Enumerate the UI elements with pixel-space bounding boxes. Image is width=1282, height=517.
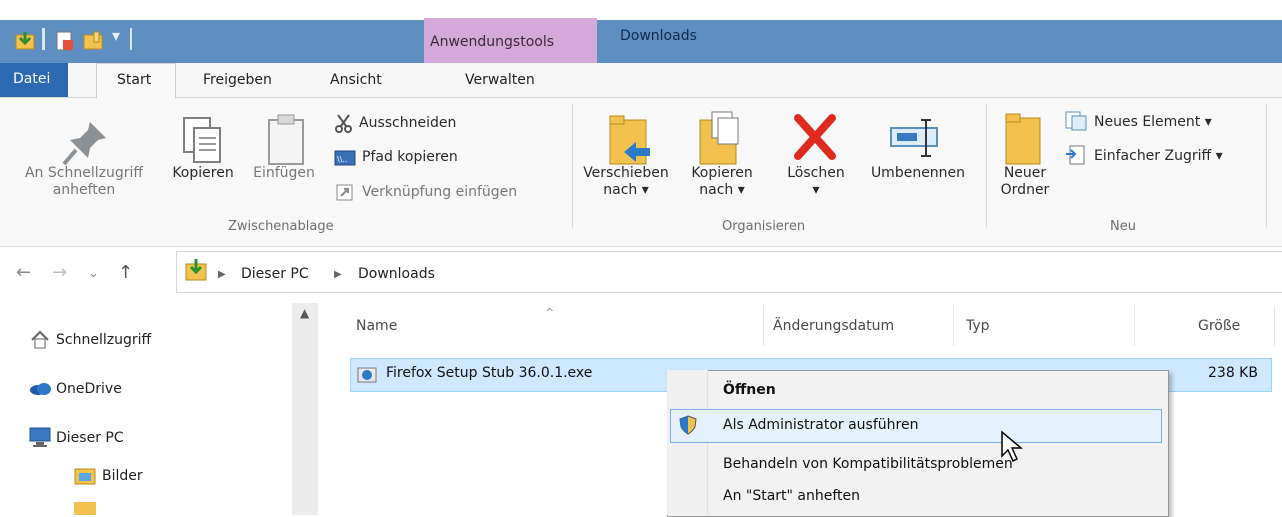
pin-label-1: An Schnellzugriff <box>24 165 144 181</box>
toolbar-separator <box>130 28 132 50</box>
recent-dropdown-icon[interactable]: ⌄ <box>88 266 99 281</box>
properties-icon[interactable] <box>54 30 76 52</box>
menu-item-compatibility[interactable]: Behandeln von Kompatibilitätsproblemen <box>723 456 1013 472</box>
delete-label: Löschen <box>787 165 845 181</box>
nav-scrollbar[interactable] <box>292 303 318 515</box>
ribbon-tab-bar <box>0 63 1282 98</box>
column-divider[interactable] <box>763 306 764 346</box>
menu-item-open[interactable]: Öffnen <box>723 382 776 398</box>
tab-freigeben[interactable]: Freigeben <box>203 72 272 88</box>
new-folder-label-1: Neuer <box>1003 165 1047 181</box>
window-title: Downloads <box>620 28 697 44</box>
installer-icon <box>356 364 378 386</box>
breadcrumb-this-pc[interactable]: Dieser PC <box>241 266 309 282</box>
top-strip <box>0 0 1282 20</box>
explorer-icon[interactable] <box>14 30 36 52</box>
uac-shield-icon <box>678 415 698 435</box>
pin-icon <box>60 118 110 168</box>
column-header-name[interactable]: Name <box>356 318 397 334</box>
delete-icon <box>792 112 838 162</box>
mouse-cursor-icon <box>1000 430 1028 464</box>
pin-quick-access-button[interactable]: An Schnellzugriff anheften <box>0 165 168 199</box>
breadcrumb-chevron-icon[interactable]: ▶ <box>218 269 226 280</box>
copy-to-label-2: nach ▾ <box>699 182 745 198</box>
column-header-size[interactable]: Größe <box>1198 318 1240 334</box>
paste-button[interactable]: Einfügen <box>244 165 324 182</box>
new-item-icon <box>1064 110 1088 132</box>
new-folder-label-2: Ordner <box>1000 182 1050 198</box>
nav-item-onedrive[interactable]: OneDrive <box>56 381 122 397</box>
delete-button[interactable]: Löschen ▾ <box>778 165 854 199</box>
rename-icon <box>888 116 948 160</box>
file-size: 238 KB <box>1208 365 1258 381</box>
new-group-label: Neu <box>1110 219 1136 234</box>
tab-start-label: Start <box>117 72 152 88</box>
tab-ansicht[interactable]: Ansicht <box>330 72 382 88</box>
new-folder-large-icon <box>1004 110 1044 166</box>
home-icon <box>30 330 50 350</box>
scroll-up-icon[interactable]: ▲ <box>300 306 309 320</box>
menu-item-run-as-admin[interactable]: Als Administrator ausführen <box>723 417 918 433</box>
file-name[interactable]: Firefox Setup Stub 36.0.1.exe <box>386 365 592 381</box>
new-item-button[interactable]: Neues Element ▾ <box>1094 114 1212 131</box>
breadcrumb-chevron-icon[interactable]: ▶ <box>334 269 342 280</box>
nav-item-quick-access[interactable]: Schnellzugriff <box>56 332 151 348</box>
move-to-button[interactable]: Verschieben nach ▾ <box>578 165 674 199</box>
contextual-tab-label[interactable]: Anwendungstools <box>430 34 554 50</box>
tab-datei[interactable]: Datei <box>0 63 68 97</box>
copy-to-button[interactable]: Kopieren nach ▾ <box>684 165 760 199</box>
clipboard-group-label: Zwischenablage <box>228 219 334 234</box>
qat-dropdown-icon[interactable]: ▾ <box>112 26 120 45</box>
paste-shortcut-button[interactable]: Verknüpfung einfügen <box>362 184 517 201</box>
paste-icon <box>266 112 306 168</box>
pin-label-2: anheften <box>52 182 116 198</box>
location-icon <box>184 258 208 282</box>
back-arrow-icon[interactable]: ← <box>16 262 31 283</box>
rename-button[interactable]: Umbenennen <box>860 165 976 182</box>
copy-to-icon <box>696 110 744 168</box>
copy-button[interactable]: Kopieren <box>164 165 242 182</box>
column-divider[interactable] <box>953 306 954 346</box>
tab-datei-label: Datei <box>13 71 51 87</box>
toolbar-separator <box>42 28 45 50</box>
copy-path-button[interactable]: Pfad kopieren <box>362 149 458 166</box>
column-header-date[interactable]: Änderungsdatum <box>773 318 894 334</box>
new-folder-icon[interactable] <box>82 30 104 52</box>
forward-arrow-icon[interactable]: → <box>52 262 67 283</box>
up-arrow-icon[interactable]: ↑ <box>118 262 133 283</box>
move-to-label-1: Verschieben <box>583 165 669 181</box>
scissors-icon <box>334 114 354 134</box>
column-divider[interactable] <box>1274 306 1275 346</box>
ribbon-separator <box>572 104 573 228</box>
copy-to-label-1: Kopieren <box>691 165 753 181</box>
move-to-icon <box>606 112 654 168</box>
copy-icon <box>180 116 226 166</box>
ribbon-separator <box>986 104 987 228</box>
sort-ascending-icon: ^ <box>545 306 555 319</box>
column-header-type[interactable]: Typ <box>966 318 990 334</box>
copy-path-icon: \\.. <box>334 149 356 167</box>
nav-item-this-pc[interactable]: Dieser PC <box>56 430 124 446</box>
pictures-icon <box>74 466 98 486</box>
tab-verwalten[interactable]: Verwalten <box>465 72 535 88</box>
shortcut-icon <box>335 183 355 203</box>
svg-text:\\..: \\.. <box>337 155 347 164</box>
organize-group-label: Organisieren <box>722 219 806 234</box>
ribbon-separator <box>1266 104 1267 228</box>
folder-icon <box>74 502 96 515</box>
easy-access-button[interactable]: Einfacher Zugriff ▾ <box>1094 148 1223 165</box>
menu-item-pin-to-start[interactable]: An "Start" anheften <box>723 488 860 504</box>
breadcrumb-downloads[interactable]: Downloads <box>358 266 435 282</box>
move-to-label-2: nach ▾ <box>603 182 649 198</box>
new-folder-button[interactable]: Neuer Ordner <box>994 165 1056 199</box>
this-pc-icon <box>28 426 52 448</box>
nav-item-pictures[interactable]: Bilder <box>102 468 143 484</box>
onedrive-icon <box>28 380 52 396</box>
column-divider[interactable] <box>1134 306 1135 346</box>
easy-access-icon <box>1064 144 1088 166</box>
cut-button[interactable]: Ausschneiden <box>359 115 456 132</box>
delete-dropdown-arrow: ▾ <box>812 182 820 198</box>
